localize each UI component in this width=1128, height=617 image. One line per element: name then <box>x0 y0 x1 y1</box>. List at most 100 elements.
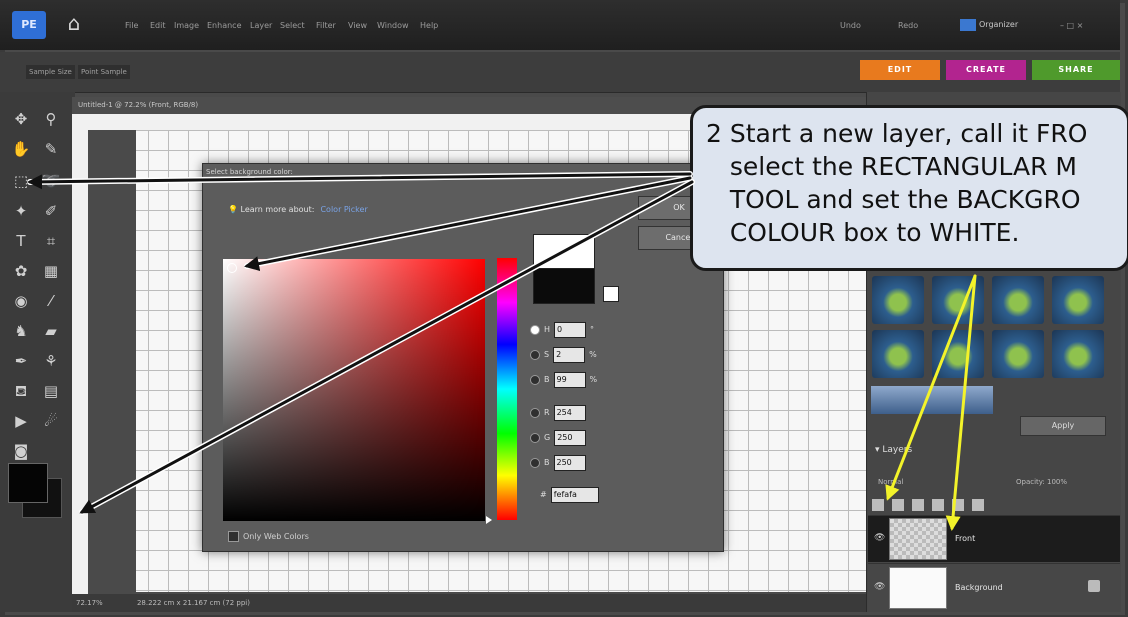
effect-thumbnail[interactable] <box>932 276 984 324</box>
blue-radio[interactable] <box>530 457 540 468</box>
learn-more-row: 💡 Learn more about: Color Picker <box>228 203 368 217</box>
zoom-level[interactable]: 72.17% <box>76 599 103 607</box>
tab-edit[interactable]: EDIT <box>860 60 940 80</box>
hue-slider-handle[interactable] <box>486 516 492 524</box>
menu-edit[interactable]: Edit <box>150 19 166 33</box>
green-label: G <box>544 433 551 442</box>
menu-enhance[interactable]: Enhance <box>207 19 242 33</box>
hue-label: H <box>544 325 551 334</box>
saturation-radio[interactable] <box>530 349 540 360</box>
camera-tool-icon[interactable]: ◙ <box>10 440 32 462</box>
redo-button[interactable]: Redo <box>898 19 918 33</box>
cookie-cutter-tool-icon[interactable]: ✿ <box>10 260 32 282</box>
sample-size-label: Sample Size <box>26 65 75 79</box>
red-label: R <box>544 408 550 417</box>
red-eye-tool-icon[interactable]: ◉ <box>10 290 32 312</box>
opacity-value[interactable]: 100% <box>1047 478 1067 486</box>
red-input[interactable]: 254 <box>553 404 586 421</box>
undo-button[interactable]: Undo <box>840 19 861 33</box>
effect-thumbnail[interactable] <box>1052 330 1104 378</box>
effect-thumbnail[interactable] <box>932 330 984 378</box>
effect-thumbnail[interactable] <box>992 330 1044 378</box>
menu-help[interactable]: Help <box>420 19 438 33</box>
green-radio[interactable] <box>530 432 540 443</box>
color-field-cursor[interactable] <box>227 263 237 273</box>
window-controls[interactable]: – □ × <box>1060 19 1083 33</box>
color-field[interactable] <box>223 259 485 521</box>
blue-input[interactable]: 250 <box>553 454 586 471</box>
organizer-button[interactable]: Organizer <box>960 16 1040 34</box>
layer-name[interactable]: Background <box>955 583 1003 592</box>
magic-wand-tool-icon[interactable]: ✦ <box>10 200 32 222</box>
eyedropper-tool-icon[interactable]: ✎ <box>40 138 62 160</box>
eye-icon[interactable]: 👁 <box>874 582 885 592</box>
effect-thumbnail[interactable] <box>872 330 924 378</box>
hue-slider[interactable] <box>497 258 517 520</box>
only-web-colors-label: Only Web Colors <box>243 532 309 541</box>
field-brightness: B 99% <box>530 370 597 390</box>
opacity-control[interactable]: Opacity: 100% <box>1016 476 1067 488</box>
brightness-input[interactable]: 99 <box>553 371 586 388</box>
brightness-radio[interactable] <box>530 374 540 385</box>
tab-create[interactable]: CREATE <box>946 60 1026 80</box>
zoom-tool-icon[interactable]: ⚲ <box>40 108 62 130</box>
blur-tool-icon[interactable]: ☄ <box>40 410 62 432</box>
lock-icon <box>1088 580 1100 592</box>
current-color-preview[interactable] <box>533 268 595 304</box>
adjustment-layer-icon[interactable] <box>892 498 904 511</box>
menu-image[interactable]: Image <box>174 19 199 33</box>
hue-radio[interactable] <box>530 324 540 335</box>
red-radio[interactable] <box>530 407 540 418</box>
effect-thumbnail[interactable] <box>872 276 924 324</box>
menu-file[interactable]: File <box>125 19 138 33</box>
shape-tool-icon[interactable]: ▶ <box>10 410 32 432</box>
menu-filter[interactable]: Filter <box>316 19 336 33</box>
eye-icon[interactable]: 👁 <box>874 533 885 543</box>
layer-name[interactable]: Front <box>955 534 975 543</box>
crop-tool-icon[interactable]: ⌗ <box>40 230 62 252</box>
lock-all-icon[interactable] <box>952 498 964 511</box>
canvas-pasteboard <box>88 130 136 592</box>
effect-thumbnail[interactable] <box>871 386 993 414</box>
paint-bucket-tool-icon[interactable]: ⛾ <box>10 380 32 402</box>
delete-layer-icon[interactable] <box>972 498 984 511</box>
saturation-input[interactable]: 2 <box>553 346 586 363</box>
healing-brush-tool-icon[interactable]: ⁄ <box>40 290 62 312</box>
learn-more-link[interactable]: Color Picker <box>320 205 367 214</box>
rectangular-marquee-tool-icon[interactable]: ⬚ <box>10 170 32 192</box>
hand-tool-icon[interactable]: ✋ <box>10 138 32 160</box>
brush-tool-icon[interactable]: ✒ <box>10 350 32 372</box>
type-tool-icon[interactable]: T <box>10 230 32 252</box>
apply-button[interactable]: Apply <box>1020 416 1106 436</box>
blend-mode-select[interactable]: Normal <box>878 476 903 488</box>
green-input[interactable]: 250 <box>554 429 587 446</box>
link-layers-icon[interactable] <box>912 498 924 511</box>
effect-thumbnail[interactable] <box>992 276 1044 324</box>
hue-input[interactable]: 0 <box>554 321 587 338</box>
home-icon[interactable]: ⌂ <box>62 11 86 35</box>
tab-share[interactable]: SHARE <box>1032 60 1120 80</box>
only-web-colors-checkbox[interactable] <box>228 531 239 542</box>
layers-panel-title[interactable]: ▾ Layers <box>875 443 912 457</box>
menu-layer[interactable]: Layer <box>250 19 272 33</box>
recompose-tool-icon[interactable]: ▦ <box>40 260 62 282</box>
web-safe-color-swatch[interactable] <box>603 286 619 302</box>
new-layer-icon[interactable] <box>872 498 884 511</box>
dialog-title: Select background color: <box>206 168 293 176</box>
lock-transparency-icon[interactable] <box>932 498 944 511</box>
lasso-tool-icon[interactable]: ➰ <box>40 170 62 192</box>
gradient-tool-icon[interactable]: ▤ <box>40 380 62 402</box>
menu-window[interactable]: Window <box>377 19 409 33</box>
hex-input[interactable]: fefafa <box>550 486 599 503</box>
menu-select[interactable]: Select <box>280 19 305 33</box>
foreground-color-swatch[interactable] <box>8 463 48 503</box>
effect-thumbnail[interactable] <box>1052 276 1104 324</box>
clone-stamp-tool-icon[interactable]: ♞ <box>10 320 32 342</box>
organizer-icon <box>960 18 976 31</box>
sample-size-select[interactable]: Point Sample <box>78 65 130 79</box>
smart-brush-tool-icon[interactable]: ⚘ <box>40 350 62 372</box>
eraser-tool-icon[interactable]: ▰ <box>40 320 62 342</box>
move-tool-icon[interactable]: ✥ <box>10 108 32 130</box>
selection-brush-tool-icon[interactable]: ✐ <box>40 200 62 222</box>
menu-view[interactable]: View <box>348 19 367 33</box>
